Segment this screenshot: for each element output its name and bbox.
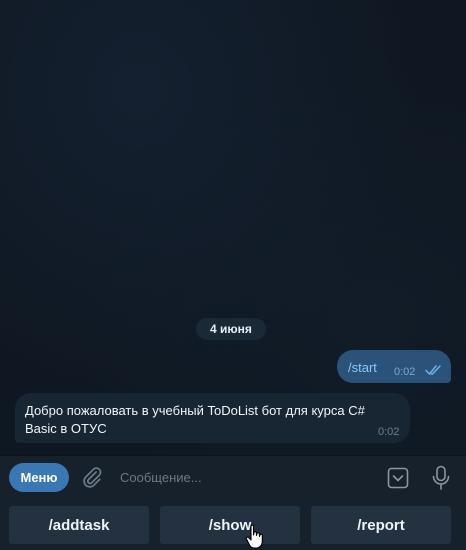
message-composer: Меню [0, 455, 466, 498]
menu-button-label: Меню [20, 470, 58, 485]
message-input[interactable] [112, 464, 372, 490]
outgoing-message[interactable]: /start 0:02 [337, 350, 451, 383]
date-label: 4 июня [210, 322, 252, 336]
chat-history: 4 июня /start 0:02 Добро пожаловать в уч… [0, 0, 466, 455]
hand-cursor-icon [245, 524, 263, 549]
microphone-icon[interactable] [431, 465, 451, 491]
outgoing-message-time: 0:02 [394, 366, 416, 378]
incoming-message[interactable]: Добро пожаловать в учебный ToDoList бот … [15, 393, 410, 443]
keyboard-button-label: /addtask [48, 516, 110, 534]
date-separator: 4 июня [196, 318, 266, 340]
keyboard-button-show[interactable]: /show [160, 506, 300, 544]
outgoing-message-text[interactable]: /start [348, 360, 377, 375]
incoming-message-text: Добро пожаловать в учебный ToDoList бот … [25, 403, 365, 436]
incoming-message-time: 0:02 [378, 426, 400, 438]
keyboard-button-report[interactable]: /report [311, 506, 451, 544]
keyboard-button-addtask[interactable]: /addtask [9, 506, 149, 544]
keyboard-toggle-icon[interactable] [387, 467, 409, 489]
menu-button[interactable]: Меню [9, 463, 69, 492]
paperclip-icon[interactable] [81, 466, 103, 488]
double-check-icon [425, 365, 441, 376]
reply-keyboard: /addtask /show /report [0, 498, 466, 550]
keyboard-button-label: /report [357, 516, 405, 534]
